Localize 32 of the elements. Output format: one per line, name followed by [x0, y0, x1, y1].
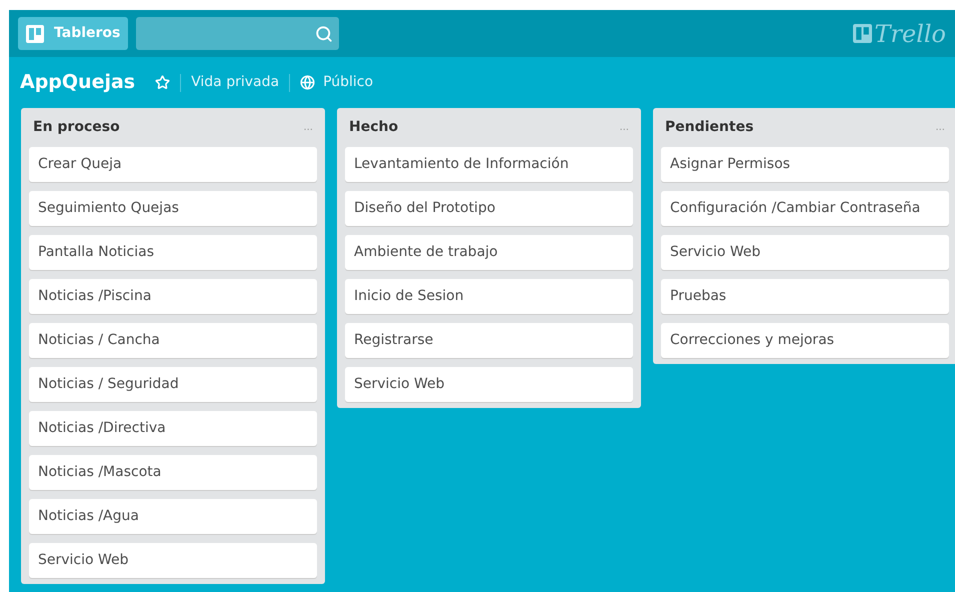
list-card[interactable]: Noticias /Directiva	[29, 411, 317, 446]
search-icon	[315, 24, 334, 42]
list-card[interactable]: Servicio Web	[29, 543, 317, 578]
list-card[interactable]: Pantalla Noticias	[29, 235, 317, 270]
list-card[interactable]: Configuración /Cambiar Contraseña	[661, 191, 949, 226]
board-icon	[852, 24, 872, 43]
logo-text: Trello	[874, 22, 946, 46]
list-card[interactable]: Ambiente de trabajo	[345, 235, 633, 270]
list-title: Pendientes	[665, 118, 754, 137]
list-card[interactable]: Levantamiento de Información	[345, 147, 633, 182]
list-card[interactable]: Seguimiento Quejas	[29, 191, 317, 226]
list-title: Hecho	[349, 118, 398, 137]
list-card[interactable]: Pruebas	[661, 279, 949, 314]
list-card[interactable]: Diseño del Prototipo	[345, 191, 633, 226]
list-card[interactable]: Correcciones y mejoras	[661, 323, 949, 358]
list-card[interactable]: Crear Queja	[29, 147, 317, 182]
board-title: AppQuejas	[20, 70, 136, 96]
list-title: En proceso	[33, 118, 120, 137]
list-card[interactable]: Noticias /Agua	[29, 499, 317, 534]
list-card[interactable]: Asignar Permisos	[661, 147, 949, 182]
list-card[interactable]: Noticias /Piscina	[29, 279, 317, 314]
list-card[interactable]: Inicio de Sesion	[345, 279, 633, 314]
list-card[interactable]: Servicio Web	[661, 235, 949, 270]
search-field[interactable]	[136, 17, 340, 50]
list-card[interactable]: Registrarse	[345, 323, 633, 358]
list-card[interactable]: Noticias / Seguridad	[29, 367, 317, 402]
star-icon[interactable]	[155, 75, 170, 90]
list-card[interactable]: Noticias / Cancha	[29, 323, 317, 358]
board-icon	[26, 24, 44, 42]
list-card[interactable]: Servicio Web	[345, 367, 633, 402]
list-card[interactable]: Noticias /Mascota	[29, 455, 317, 490]
globe-icon	[300, 75, 316, 90]
